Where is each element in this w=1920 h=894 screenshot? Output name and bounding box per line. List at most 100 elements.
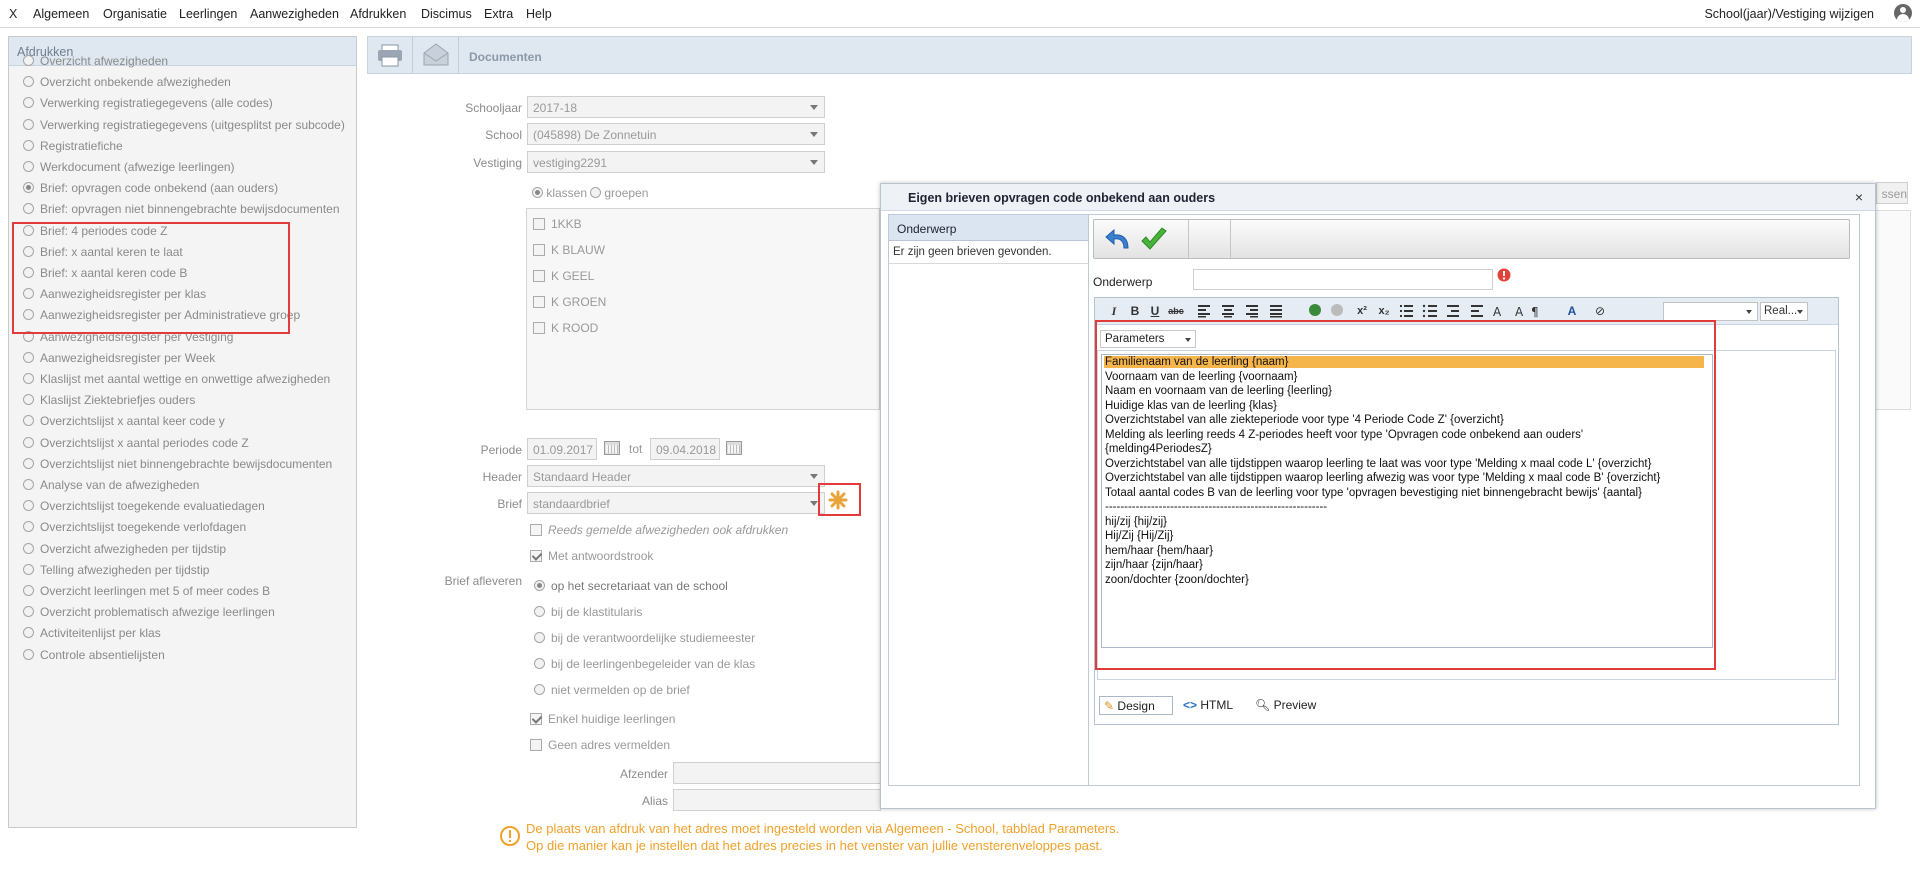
column-header-onderwerp[interactable]: Onderwerp bbox=[889, 215, 1088, 241]
font-size-select[interactable] bbox=[1663, 302, 1758, 321]
undo-icon[interactable] bbox=[1102, 224, 1134, 256]
chk-antwoord[interactable]: Met antwoordstrook bbox=[530, 549, 653, 563]
print-option-20[interactable]: Analyse van de afwezigheden bbox=[23, 478, 199, 492]
print-button[interactable] bbox=[368, 37, 413, 73]
print-option-14[interactable]: Aanwezigheidsregister per Week bbox=[23, 351, 215, 365]
menu-algemeen[interactable]: Algemeen bbox=[33, 7, 89, 21]
menu-leerlingen[interactable]: Leerlingen bbox=[179, 7, 237, 21]
print-option-22[interactable]: Overzichtslijst toegekende verlofdagen bbox=[23, 520, 246, 534]
superscript-button[interactable]: x² bbox=[1353, 303, 1371, 319]
radio-button bbox=[23, 649, 34, 660]
list-indent-icons[interactable]: A A ¶ bbox=[1399, 304, 1539, 318]
print-option-26[interactable]: Overzicht problematisch afwezige leerlin… bbox=[23, 605, 275, 619]
close-icon[interactable]: × bbox=[1855, 189, 1863, 205]
radio-groepen[interactable]: groepen bbox=[590, 186, 648, 200]
afleveren-option[interactable]: op het secretariaat van de school bbox=[534, 579, 728, 593]
menu-extra[interactable]: Extra bbox=[484, 7, 513, 21]
afleveren-option[interactable]: bij de verantwoordelijke studiemeester bbox=[534, 631, 755, 645]
letters-list: Onderwerp Er zijn geen brieven gevonden. bbox=[888, 214, 1089, 786]
print-option-3[interactable]: Verwerking registratiegegevens (uitgespl… bbox=[23, 118, 345, 132]
switch-school-link[interactable]: School(jaar)/Vestiging wijzigen bbox=[1704, 7, 1874, 21]
chk-enkel[interactable]: Enkel huidige leerlingen bbox=[530, 712, 675, 726]
menu-organisatie[interactable]: Organisatie bbox=[103, 7, 167, 21]
strikethrough-button[interactable]: abc bbox=[1164, 303, 1188, 319]
class-item[interactable]: K BLAUW bbox=[533, 243, 605, 257]
menu-close[interactable]: X bbox=[9, 7, 17, 21]
radio-button bbox=[23, 564, 34, 575]
tab-design[interactable]: ✎ Design bbox=[1099, 696, 1173, 715]
header-select[interactable]: Standaard Header bbox=[527, 465, 825, 487]
print-option-7[interactable]: Brief: opvragen niet binnengebrachte bew… bbox=[23, 202, 340, 216]
class-item[interactable]: K GROEN bbox=[533, 295, 606, 309]
afleveren-option[interactable]: niet vermelden op de brief bbox=[534, 683, 690, 697]
tab-design-label: Design bbox=[1117, 699, 1155, 713]
italic-button[interactable]: I bbox=[1105, 303, 1123, 319]
tab-preview[interactable]: 🔍︎ Preview bbox=[1251, 696, 1323, 715]
link-icons[interactable] bbox=[1307, 302, 1347, 320]
print-option-16[interactable]: Klaslijst Ziektebriefjes ouders bbox=[23, 393, 195, 407]
periode-from-input[interactable]: 01.09.2017 bbox=[527, 438, 597, 460]
menu-aanwezigheden[interactable]: Aanwezigheden bbox=[250, 7, 339, 21]
font-name-select[interactable]: Real... bbox=[1760, 302, 1808, 321]
print-option-15[interactable]: Klaslijst met aantal wettige en onwettig… bbox=[23, 372, 330, 386]
print-option-label: Registratiefiche bbox=[40, 139, 123, 153]
hidden-button[interactable]: ssen bbox=[1876, 182, 1908, 204]
print-option-label: Controle absentielijsten bbox=[40, 648, 165, 662]
school-select[interactable]: (045898) De Zonnetuin bbox=[527, 123, 825, 145]
print-option-17[interactable]: Overzichtslijst x aantal keer code y bbox=[23, 414, 225, 428]
print-option-19[interactable]: Overzichtslijst niet binnengebrachte bew… bbox=[23, 457, 332, 471]
chk-reeds[interactable]: Reeds gemelde afwezigheden ook afdrukken bbox=[530, 523, 788, 537]
alias-input[interactable] bbox=[673, 789, 881, 811]
print-option-4[interactable]: Registratiefiche bbox=[23, 139, 123, 153]
menu-help[interactable]: Help bbox=[526, 7, 552, 21]
afleveren-option[interactable]: bij de leerlingenbegeleider van de klas bbox=[534, 657, 755, 671]
bold-button[interactable]: B bbox=[1126, 303, 1144, 319]
schooljaar-select[interactable]: 2017-18 bbox=[527, 96, 825, 118]
print-option-23[interactable]: Overzicht afwezigheden per tijdstip bbox=[23, 542, 226, 556]
print-option-21[interactable]: Overzichtslijst toegekende evaluatiedage… bbox=[23, 499, 265, 513]
chk-enkel-label: Enkel huidige leerlingen bbox=[548, 712, 676, 726]
print-option-0[interactable]: Overzicht afwezigheden bbox=[23, 54, 168, 68]
class-item[interactable]: 1KKB bbox=[533, 217, 582, 231]
periode-to-input[interactable]: 09.04.2018 bbox=[650, 438, 720, 460]
highlight-color-icon[interactable]: ⊘ bbox=[1591, 303, 1609, 319]
print-option-18[interactable]: Overzichtslijst x aantal periodes code Z bbox=[23, 436, 249, 450]
save-check-icon[interactable] bbox=[1138, 224, 1170, 256]
vestiging-select[interactable]: vestiging2291 bbox=[527, 151, 825, 173]
chevron-down-icon bbox=[1746, 310, 1752, 314]
brief-select[interactable]: standaardbrief bbox=[527, 492, 825, 514]
class-item[interactable]: K GEEL bbox=[533, 269, 594, 283]
radio-button bbox=[23, 543, 34, 554]
menu-afdrukken[interactable]: Afdrukken bbox=[350, 7, 406, 21]
print-option-6[interactable]: Brief: opvragen code onbekend (aan ouder… bbox=[23, 181, 278, 195]
calendar-icon[interactable] bbox=[726, 441, 742, 455]
print-list-panel: Afdrukken Overzicht afwezigheden Overzich… bbox=[8, 36, 357, 828]
radio-klassen[interactable]: klassen bbox=[532, 186, 587, 200]
print-option-27[interactable]: Activiteitenlijst per klas bbox=[23, 626, 161, 640]
print-option-24[interactable]: Telling afwezigheden per tijdstip bbox=[23, 563, 209, 577]
print-option-5[interactable]: Werkdocument (afwezige leerlingen) bbox=[23, 160, 235, 174]
mail-button[interactable] bbox=[414, 37, 459, 73]
user-icon[interactable] bbox=[1894, 4, 1912, 22]
onderwerp-input[interactable] bbox=[1193, 269, 1493, 290]
radio-button bbox=[23, 76, 34, 87]
afleveren-label: Brief afleveren bbox=[444, 574, 522, 588]
afzender-input[interactable] bbox=[673, 762, 881, 784]
calendar-icon[interactable] bbox=[604, 441, 620, 455]
print-option-28[interactable]: Controle absentielijsten bbox=[23, 648, 165, 662]
underline-button[interactable]: U bbox=[1146, 303, 1164, 319]
menu-discimus[interactable]: Discimus bbox=[421, 7, 472, 21]
tab-preview-label: Preview bbox=[1273, 698, 1317, 712]
chk-geen[interactable]: Geen adres vermelden bbox=[530, 738, 670, 752]
class-item[interactable]: K ROOD bbox=[533, 321, 598, 335]
align-icons[interactable] bbox=[1196, 304, 1292, 318]
tab-html[interactable]: <> HTML bbox=[1179, 696, 1245, 715]
radio-button bbox=[23, 458, 34, 469]
print-option-1[interactable]: Overzicht onbekende afwezigheden bbox=[23, 75, 231, 89]
print-option-2[interactable]: Verwerking registratiegegevens (alle cod… bbox=[23, 96, 273, 110]
font-color-icon[interactable]: A bbox=[1563, 303, 1581, 319]
afleveren-option[interactable]: bij de klastitularis bbox=[534, 605, 642, 619]
settings-star-icon[interactable] bbox=[827, 489, 849, 511]
subscript-button[interactable]: x₂ bbox=[1375, 303, 1393, 319]
print-option-25[interactable]: Overzicht leerlingen met 5 of meer codes… bbox=[23, 584, 270, 598]
